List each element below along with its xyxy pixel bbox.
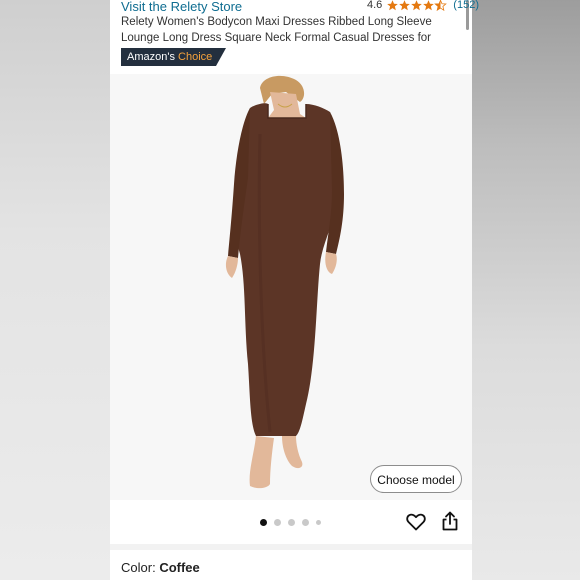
carousel-dot-5[interactable] <box>316 520 321 525</box>
color-selector: Color: Coffee <box>121 560 200 575</box>
image-carousel-bar <box>110 500 472 544</box>
color-label: Color: <box>121 560 156 575</box>
rating-value: 4.6 <box>367 0 383 11</box>
dress-model-image <box>225 75 344 489</box>
carousel-dot-2[interactable] <box>274 519 281 526</box>
star-rating-icon <box>387 0 448 11</box>
section-divider <box>110 544 472 550</box>
rating-summary[interactable]: 4.6 (152) <box>367 0 479 11</box>
amazons-choice-badge[interactable]: Amazon's Choice <box>121 48 227 66</box>
background-right <box>472 0 580 580</box>
carousel-dot-4[interactable] <box>302 519 309 526</box>
rating-count-link[interactable]: (152) <box>453 0 479 11</box>
heart-icon[interactable] <box>406 513 426 531</box>
share-icon[interactable] <box>441 511 459 531</box>
badge-prefix: Amazon's <box>127 51 175 63</box>
product-image[interactable]: Choose model <box>110 74 472 500</box>
choose-model-button[interactable]: Choose model <box>370 465 462 493</box>
visit-store-link[interactable]: Visit the Relety Store <box>121 0 242 14</box>
badge-tail <box>216 48 227 66</box>
background-left <box>0 0 110 580</box>
product-page: Visit the Relety Store 4.6 (152) Relety … <box>110 0 479 580</box>
carousel-dot-1[interactable] <box>260 519 267 526</box>
badge-accent: Choice <box>178 51 213 63</box>
carousel-indicator[interactable] <box>260 519 321 526</box>
color-value: Coffee <box>159 560 200 575</box>
carousel-dot-3[interactable] <box>288 519 295 526</box>
